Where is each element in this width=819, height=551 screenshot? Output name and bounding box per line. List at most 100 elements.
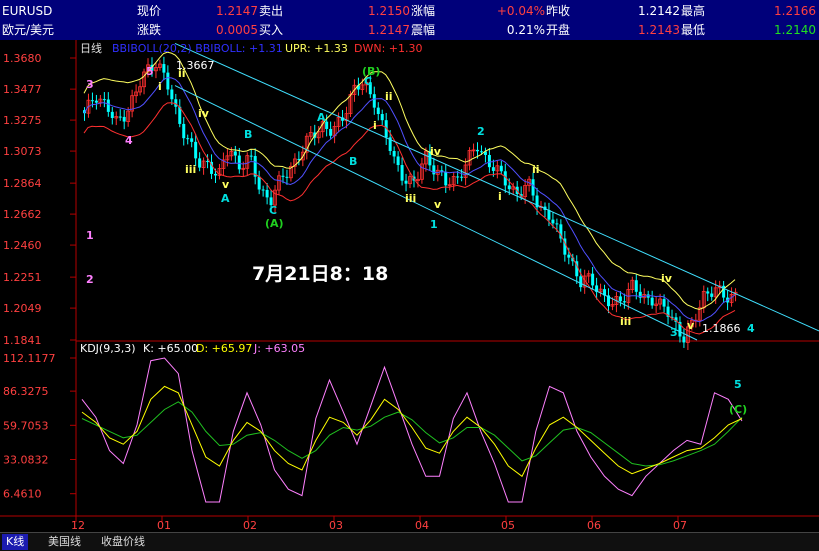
period-label: 日线 bbox=[80, 41, 102, 55]
candle-body bbox=[261, 189, 265, 191]
candlestick-chart[interactable]: 1.3680 1.3477 1.3275 1.3073 1.2864 1.2662 1.24… bbox=[0, 40, 819, 532]
wave-label: ii bbox=[385, 90, 393, 103]
price-tick-label: 1.3275 bbox=[3, 114, 42, 127]
kdj-j-legend: J: +63.05 bbox=[253, 342, 305, 355]
wave-label: 1 bbox=[86, 229, 94, 242]
kdj-wave-label: (C) bbox=[729, 403, 747, 416]
wave-label: B bbox=[244, 128, 252, 141]
time-tick-label: 07 bbox=[673, 519, 687, 532]
candle-body bbox=[325, 121, 329, 129]
value-amplitude: 0.21% bbox=[506, 23, 545, 37]
bbiboll-value: BBIBOLL: +1.31 bbox=[195, 42, 283, 55]
price-tick-label: 1.2049 bbox=[3, 302, 42, 315]
candle-body bbox=[476, 149, 479, 152]
candle-body bbox=[618, 296, 622, 302]
tab-kline[interactable]: K线 bbox=[2, 534, 29, 550]
candle-body bbox=[579, 276, 583, 288]
candle-body bbox=[233, 151, 237, 156]
candle-body bbox=[622, 301, 626, 303]
wave-label: 3 bbox=[670, 326, 678, 339]
candle-body bbox=[94, 100, 98, 103]
candle-body bbox=[456, 176, 460, 178]
kdj-d-line bbox=[81, 401, 743, 467]
boll-upper-line bbox=[83, 51, 736, 310]
price-tick-label: 1.2662 bbox=[3, 208, 42, 221]
wave-label: 4 bbox=[125, 134, 133, 147]
candle-body bbox=[479, 151, 483, 153]
wave-label: v bbox=[687, 319, 695, 332]
tab-ohlc[interactable]: 美国线 bbox=[48, 534, 81, 550]
candle-body bbox=[281, 175, 285, 177]
candle-body bbox=[634, 280, 638, 292]
candle-body bbox=[194, 141, 198, 159]
value-open: 1.2143 bbox=[638, 23, 680, 37]
wave-label: v bbox=[434, 198, 442, 211]
kdj-tick-label: 112.1177 bbox=[3, 352, 56, 365]
label-low: 最低 bbox=[681, 23, 706, 37]
candle-body bbox=[106, 99, 110, 112]
wave-label: i bbox=[373, 119, 377, 132]
price-tick-label: 1.3477 bbox=[3, 83, 42, 96]
candle-body bbox=[182, 123, 186, 139]
time-tick-label: 02 bbox=[243, 519, 257, 532]
label-buy: 买入 bbox=[259, 23, 284, 37]
candle-body bbox=[404, 180, 408, 184]
candle-body bbox=[257, 176, 261, 190]
time-tick-label: 01 bbox=[157, 519, 171, 532]
candle-body bbox=[650, 297, 654, 306]
candle-body bbox=[237, 155, 241, 170]
label-sell: 卖出 bbox=[259, 4, 284, 18]
candle-body bbox=[118, 116, 122, 118]
kdj-wave-label: 5 bbox=[734, 378, 742, 391]
label-change-pct: 涨幅 bbox=[411, 4, 436, 18]
candle-body bbox=[444, 172, 448, 186]
candle-body bbox=[555, 223, 559, 225]
wave-label: C bbox=[364, 75, 372, 88]
candle-body bbox=[392, 151, 396, 157]
price-grid bbox=[70, 57, 76, 341]
kdj-tick-label: 6.4610 bbox=[3, 488, 42, 501]
label-change: 涨跌 bbox=[137, 23, 162, 37]
candle-body bbox=[198, 158, 202, 168]
wave-label: 4 bbox=[747, 322, 755, 335]
kdj-title: KDJ(9,3,3) bbox=[80, 342, 136, 355]
candle-body bbox=[214, 173, 217, 176]
kdj-tick-label: 86.3275 bbox=[3, 385, 49, 398]
price-tick-label: 1.2460 bbox=[3, 239, 42, 252]
candle-body bbox=[400, 165, 404, 181]
candle-body bbox=[249, 155, 253, 157]
wave-label: v bbox=[222, 178, 230, 191]
candle-body bbox=[531, 179, 535, 196]
candle-body bbox=[487, 154, 491, 168]
time-tick-label: 12 bbox=[71, 519, 85, 532]
wave-label: ii bbox=[532, 163, 540, 176]
kdj-tick-label: 33.0832 bbox=[3, 454, 49, 467]
price-tick-label: 1.2864 bbox=[3, 177, 42, 190]
bbiboll-indicator: BBIBOLL(20,2) bbox=[112, 42, 192, 55]
wave-label: C bbox=[269, 204, 277, 217]
wave-label: iii bbox=[405, 192, 416, 205]
kdj-axis: 112.1177 86.3275 59.7053 33.0832 6.4610 bbox=[3, 352, 56, 501]
value-low: 1.2140 bbox=[774, 23, 816, 37]
candle-body bbox=[396, 156, 400, 166]
time-annotation: 7月21日8：18 bbox=[252, 263, 388, 285]
candle-body bbox=[547, 209, 551, 220]
wave-label: i bbox=[158, 80, 162, 93]
candle-body bbox=[567, 254, 571, 258]
candle-body bbox=[460, 176, 464, 178]
price-tick-label: 1.3073 bbox=[3, 145, 42, 158]
price-axis: 1.3680 1.3477 1.3275 1.3073 1.2864 1.2662 1.24… bbox=[3, 52, 42, 347]
value-high: 1.2166 bbox=[774, 4, 816, 18]
candle-body bbox=[499, 165, 503, 172]
candle-body bbox=[102, 99, 106, 101]
kdj-k-line bbox=[81, 385, 743, 478]
value-sell: 1.2150 bbox=[368, 4, 410, 18]
wave-label: 2 bbox=[477, 125, 485, 138]
candle-body bbox=[380, 114, 384, 121]
bbiboll-legend: BBIBOLL(20,2) BBIBOLL: +1.31 bbox=[112, 42, 283, 55]
value-change-pct: +0.04% bbox=[496, 4, 545, 18]
wave-label: iv bbox=[661, 272, 673, 285]
candle-body bbox=[206, 161, 210, 163]
tab-close-line[interactable]: 收盘价线 bbox=[101, 534, 145, 550]
wave-label: i bbox=[498, 190, 502, 203]
